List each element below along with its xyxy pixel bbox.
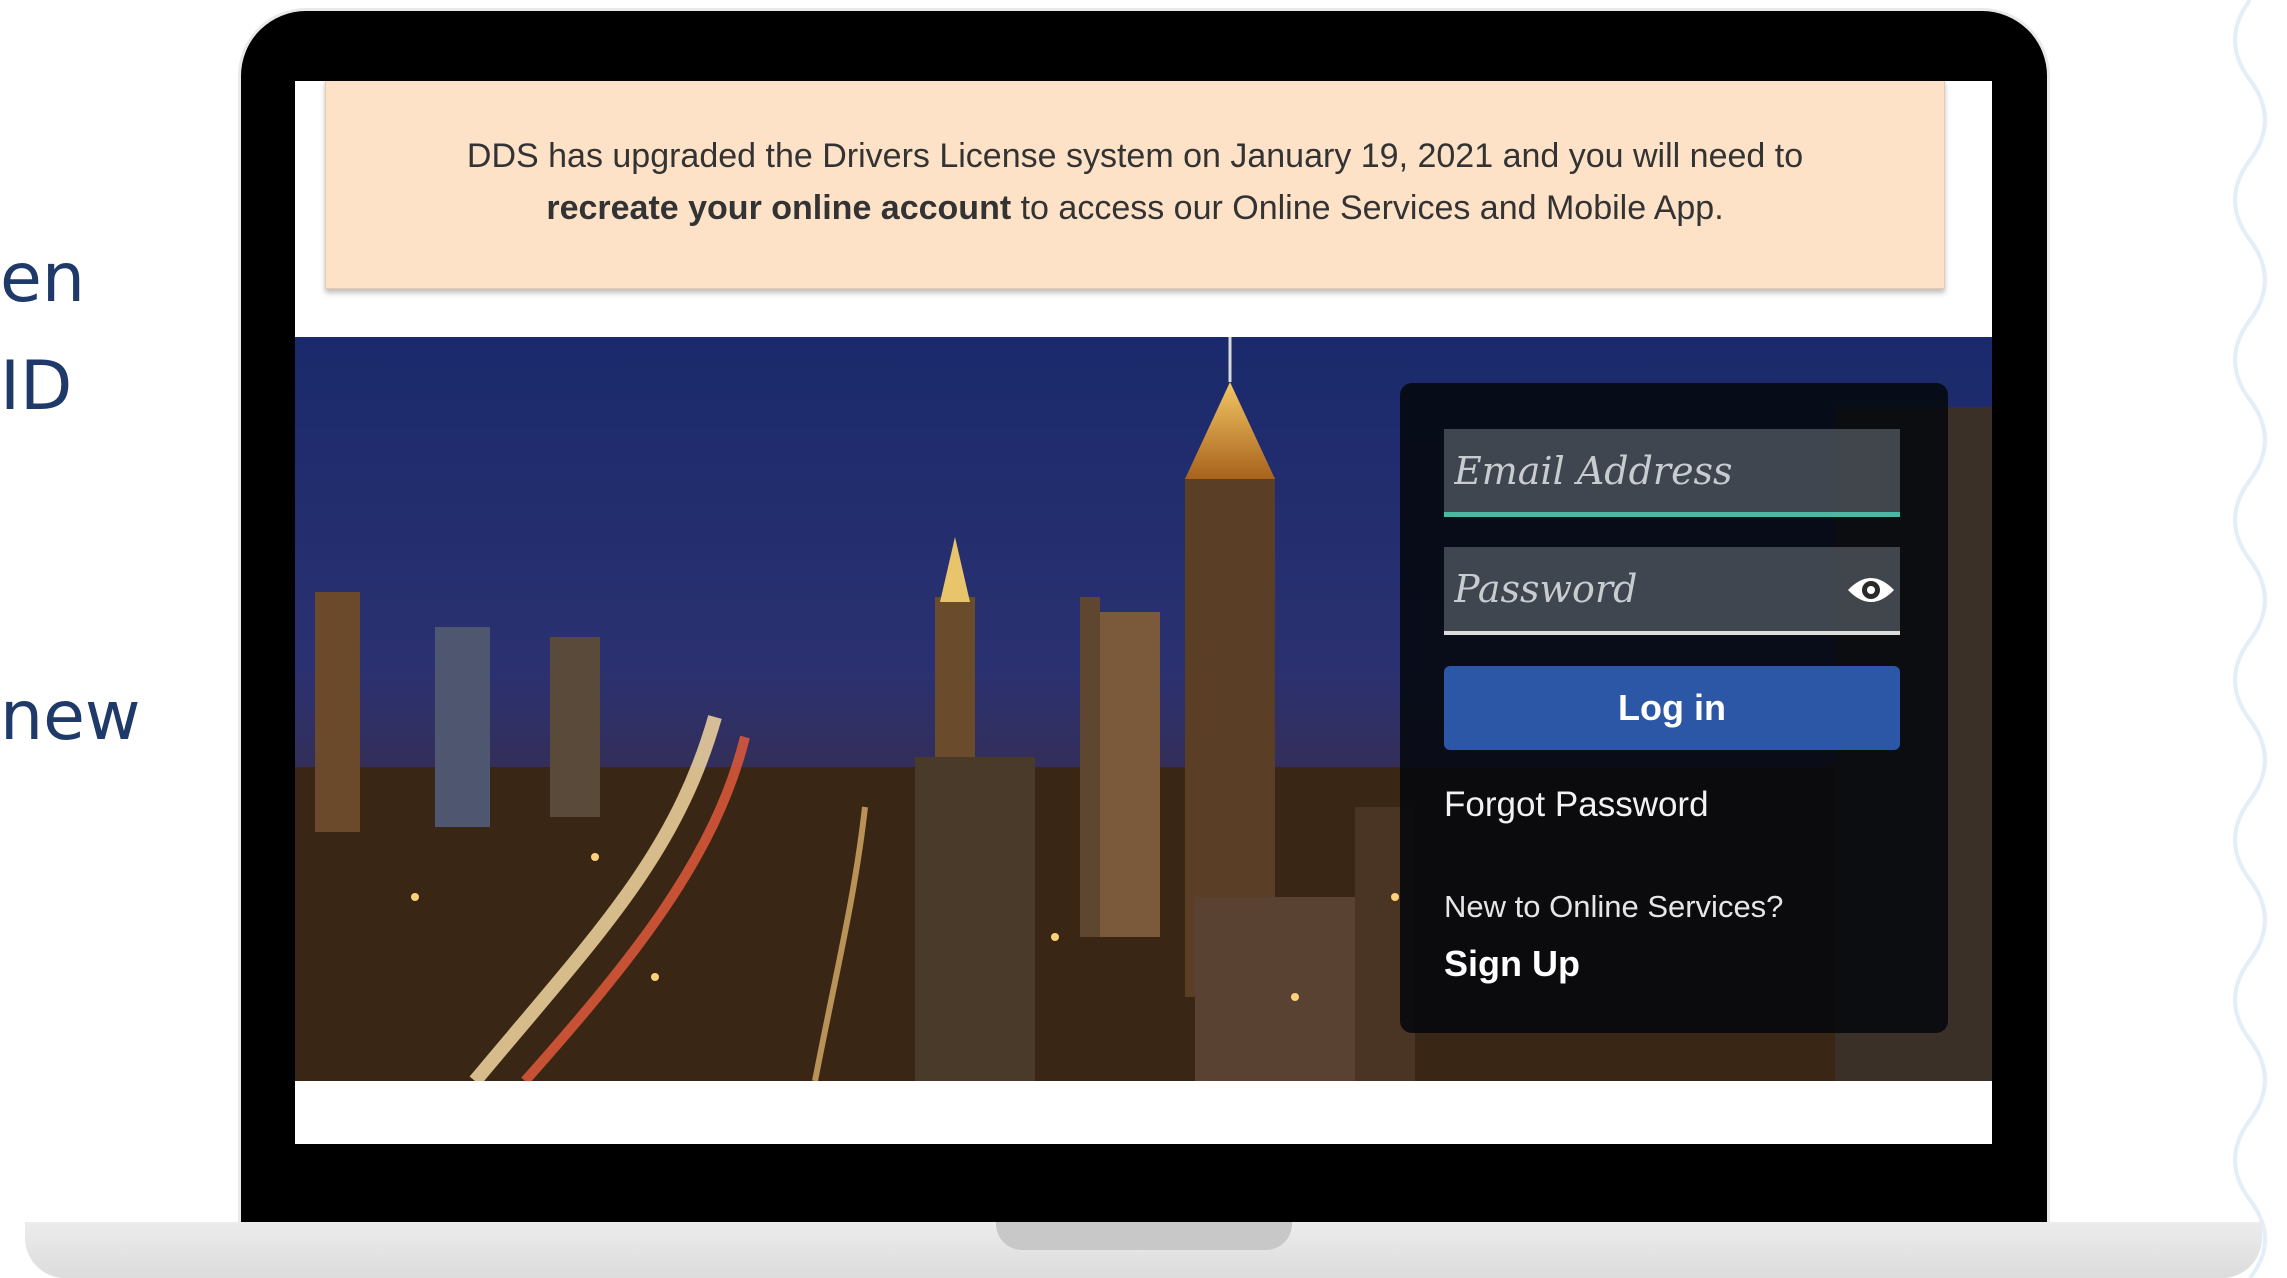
password-input[interactable] [1444, 547, 1900, 635]
side-text-fragment-3: new [0, 677, 141, 756]
sign-up-link[interactable]: Sign Up [1444, 943, 1580, 985]
eye-icon[interactable] [1846, 570, 1896, 610]
notice-line-2: recreate your online account to access o… [326, 182, 1944, 234]
login-panel: Log in Forgot Password New to Online Ser… [1400, 383, 1948, 1033]
notice-line-1: DDS has upgraded the Drivers License sys… [466, 137, 1804, 175]
notice-line-2-rest: to access our Online Services and Mobile… [1011, 189, 1724, 227]
login-button[interactable]: Log in [1444, 666, 1900, 750]
laptop-notch [996, 1222, 1292, 1250]
decorative-wave [2233, 0, 2267, 1278]
upgrade-notice-banner: DDS has upgraded the Drivers License sys… [325, 81, 1945, 289]
new-user-prompt: New to Online Services? [1444, 889, 1784, 924]
forgot-password-link[interactable]: Forgot Password [1444, 785, 1709, 825]
email-input[interactable] [1444, 429, 1900, 517]
notice-emphasis: recreate your online account [546, 189, 1012, 227]
laptop-screen: DDS has upgraded the Drivers License sys… [295, 81, 1992, 1144]
city-skyline-hero: Log in Forgot Password New to Online Ser… [295, 337, 1992, 1081]
side-text-fragment-1: en [0, 239, 85, 318]
side-text-fragment-2: ID [0, 347, 73, 426]
